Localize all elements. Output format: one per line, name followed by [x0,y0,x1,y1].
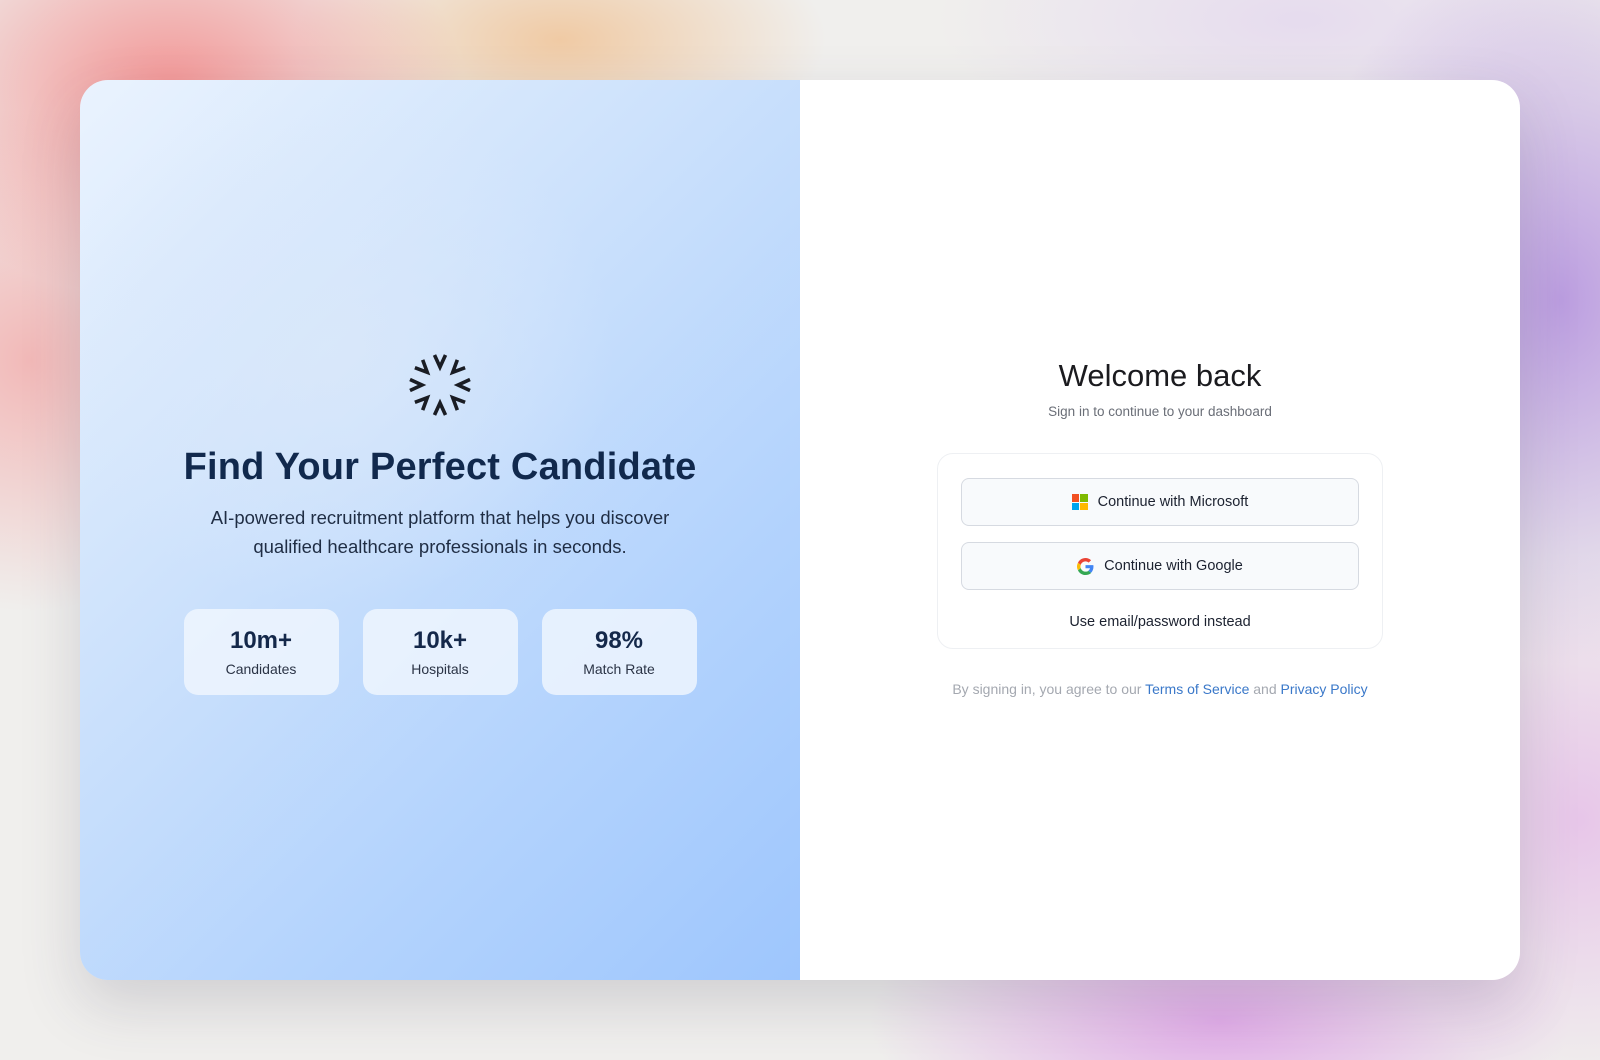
hero-content: Find Your Perfect Candidate AI-powered r… [80,352,800,695]
stat-card-candidates: 10m+ Candidates [183,609,339,695]
hero-panel: Find Your Perfect Candidate AI-powered r… [80,80,800,980]
stat-value: 10m+ [229,627,293,654]
signin-content: Welcome back Sign in to continue to your… [800,358,1520,697]
microsoft-icon [1071,494,1088,510]
stat-value: 10k+ [412,627,468,654]
microsoft-signin-label: Continue with Microsoft [1097,494,1249,510]
legal-prefix: By signing in, you agree to our [952,681,1142,697]
google-icon [1077,557,1094,575]
login-card: Find Your Perfect Candidate AI-powered r… [80,80,1520,980]
terms-of-service-link[interactable]: Terms of Service [1145,681,1249,697]
stat-label: Match Rate [583,661,655,677]
google-signin-label: Continue with Google [1104,558,1243,574]
stat-label: Hospitals [411,661,469,677]
signin-title: Welcome back [1058,358,1262,393]
stat-value: 98% [594,627,644,654]
legal-notice: By signing in, you agree to our Terms of… [952,681,1367,697]
signin-panel: Welcome back Sign in to continue to your… [800,80,1520,980]
microsoft-signin-button[interactable]: Continue with Microsoft [961,478,1359,526]
auth-options-box: Continue with Microsoft Continue with Go… [937,453,1383,649]
legal-and: and [1253,681,1277,697]
privacy-policy-link[interactable]: Privacy Policy [1281,681,1368,697]
hero-title: Find Your Perfect Candidate [183,446,697,488]
stat-label: Candidates [225,661,297,677]
stat-card-match-rate: 98% Match Rate [541,609,697,695]
hero-subtitle: AI-powered recruitment platform that hel… [210,507,670,557]
burst-logo-icon [408,354,472,417]
email-password-link[interactable]: Use email/password instead [1069,614,1250,630]
stats-row: 10m+ Candidates 10k+ Hospitals 98% Match… [183,609,697,695]
signin-subtitle: Sign in to continue to your dashboard [1048,404,1272,419]
google-signin-button[interactable]: Continue with Google [961,542,1359,590]
stat-card-hospitals: 10k+ Hospitals [362,609,518,695]
